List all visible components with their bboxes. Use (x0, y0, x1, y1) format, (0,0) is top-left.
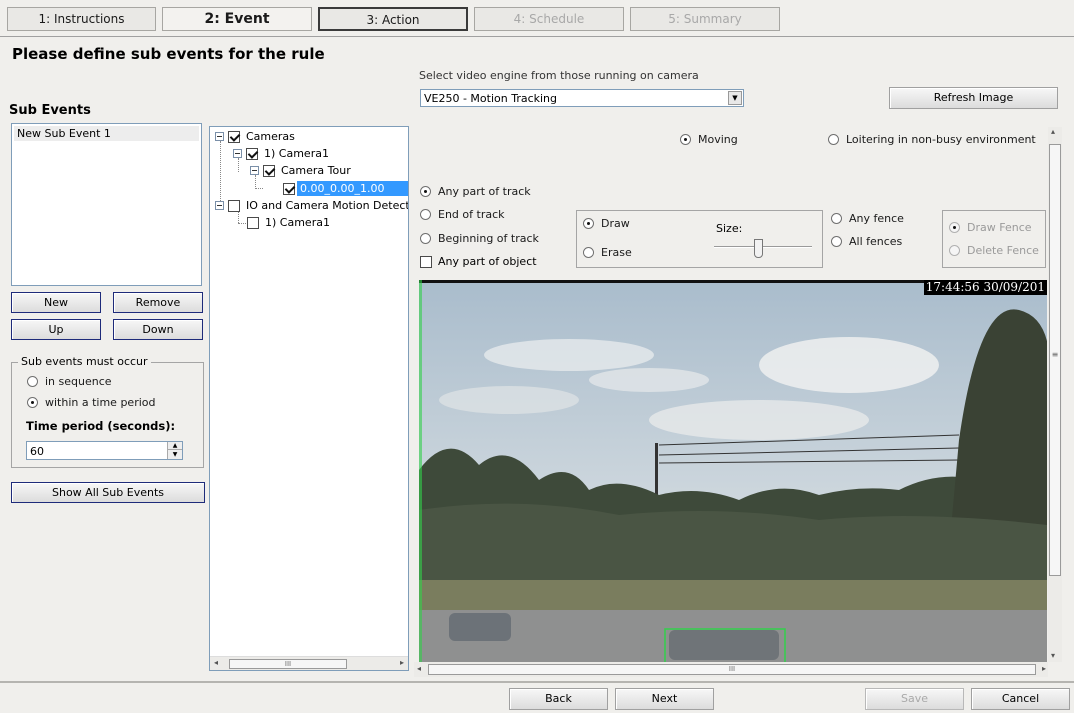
scroll-up-icon[interactable]: ▴ (1051, 127, 1055, 136)
refresh-image-button[interactable]: Refresh Image (889, 87, 1058, 109)
moving-radio[interactable]: Moving (680, 133, 738, 146)
camera-tour-checkbox[interactable] (263, 164, 281, 177)
scroll-right-icon[interactable]: ▸ (1042, 664, 1046, 673)
tree-item-io-camera1[interactable]: 1) Camera1 (247, 216, 330, 229)
spin-down-icon[interactable]: ▼ (167, 450, 182, 459)
remove-button[interactable]: Remove (113, 292, 203, 313)
delete-fence-radio: Delete Fence (949, 244, 1039, 257)
occur-group-legend: Sub events must occur (18, 355, 151, 368)
scroll-down-icon[interactable]: ▾ (1051, 651, 1055, 660)
draw-radio[interactable]: Draw (583, 217, 630, 230)
down-button[interactable]: Down (113, 319, 203, 340)
scroll-left-icon[interactable]: ◂ (214, 658, 218, 667)
time-period-label: Time period (seconds): (26, 419, 176, 433)
tab-schedule: 4: Schedule (474, 7, 624, 31)
tree-item-camera-tour[interactable]: Camera Tour (250, 164, 351, 177)
time-period-stepper[interactable]: 60 ▲ ▼ (26, 441, 183, 460)
up-button[interactable]: Up (11, 319, 101, 340)
chevron-down-icon[interactable]: ▼ (728, 91, 742, 105)
draw-fence-radio: Draw Fence (949, 221, 1032, 234)
within-period-radio[interactable]: within a time period (27, 396, 156, 409)
cameras-checkbox[interactable] (228, 130, 246, 143)
tree-item-io-motion[interactable]: IO and Camera Motion Detection (215, 199, 408, 212)
tree-connector (238, 158, 239, 172)
scroll-thumb[interactable]: III (229, 659, 347, 669)
tab-instructions[interactable]: 1: Instructions (7, 7, 156, 31)
io-camera1-checkbox[interactable] (247, 216, 265, 229)
tab-divider (0, 36, 1074, 37)
beginning-track-radio[interactable]: Beginning of track (420, 232, 539, 245)
collapse-icon[interactable] (250, 166, 259, 175)
spin-up-icon[interactable]: ▲ (167, 442, 182, 450)
all-fences-radio[interactable]: All fences (831, 235, 902, 248)
sub-events-list[interactable]: New Sub Event 1 (11, 123, 202, 286)
save-button: Save (865, 688, 964, 710)
cancel-button[interactable]: Cancel (971, 688, 1070, 710)
tab-summary: 5: Summary (630, 7, 780, 31)
tree-item-cameras[interactable]: Cameras (215, 130, 295, 143)
show-all-sub-events-button[interactable]: Show All Sub Events (11, 482, 205, 503)
io-motion-checkbox[interactable] (228, 199, 246, 212)
engine-value: VE250 - Motion Tracking (424, 92, 558, 105)
tree-connector (238, 223, 246, 224)
scroll-left-icon[interactable]: ◂ (417, 664, 421, 673)
tree-connector (238, 211, 239, 223)
camera-tree[interactable]: Cameras 1) Camera1 Camera Tour 0.00_0.00… (209, 126, 409, 671)
sub-events-heading: Sub Events (9, 103, 91, 118)
camera1-checkbox[interactable] (246, 147, 264, 160)
size-label: Size: (716, 222, 743, 235)
collapse-icon[interactable] (215, 201, 224, 210)
scroll-right-icon[interactable]: ▸ (400, 658, 404, 667)
collapse-icon[interactable] (233, 149, 242, 158)
back-button[interactable]: Back (509, 688, 608, 710)
tab-event[interactable]: 2: Event (162, 7, 312, 31)
engine-label: Select video engine from those running o… (419, 69, 699, 82)
tree-connector (255, 188, 263, 189)
video-timestamp: 17:44:56 30/09/201 (923, 280, 1047, 295)
tree-horizontal-scrollbar[interactable]: ◂ III ▸ (210, 656, 408, 670)
page-title: Please define sub events for the rule (12, 45, 325, 63)
tree-connector (220, 141, 221, 207)
tree-item-preset[interactable]: 0.00_0.00_1.00 (283, 181, 408, 196)
erase-radio[interactable]: Erase (583, 246, 632, 259)
camera-scene (419, 280, 1047, 662)
tree-item-camera1[interactable]: 1) Camera1 (233, 147, 329, 160)
any-part-track-radio[interactable]: Any part of track (420, 185, 531, 198)
camera-video-image[interactable]: 17:44:56 30/09/201 (419, 280, 1047, 662)
preset-checkbox[interactable] (283, 182, 301, 195)
tree-connector (255, 175, 256, 189)
in-sequence-radio[interactable]: in sequence (27, 375, 112, 388)
vertical-scrollbar[interactable]: ▴ ≡ ▾ (1048, 127, 1062, 662)
any-fence-radio[interactable]: Any fence (831, 212, 904, 225)
horizontal-scroll-thumb[interactable]: III (428, 664, 1036, 675)
tab-action[interactable]: 3: Action (318, 7, 468, 31)
size-slider-thumb[interactable] (754, 239, 764, 258)
new-button[interactable]: New (11, 292, 101, 313)
engine-select[interactable]: VE250 - Motion Tracking ▼ (420, 89, 744, 107)
collapse-icon[interactable] (215, 132, 224, 141)
end-track-radio[interactable]: End of track (420, 208, 505, 221)
loitering-radio[interactable]: Loitering in non-busy environment (828, 133, 1036, 146)
fence-group (942, 210, 1046, 268)
next-button[interactable]: Next (615, 688, 714, 710)
list-item[interactable]: New Sub Event 1 (14, 126, 199, 141)
vertical-scroll-thumb[interactable]: ≡ (1049, 144, 1061, 576)
time-period-value: 60 (30, 445, 44, 458)
horizontal-scrollbar[interactable]: ◂ III ▸ (414, 662, 1048, 677)
any-part-object-checkbox[interactable]: Any part of object (420, 255, 537, 268)
